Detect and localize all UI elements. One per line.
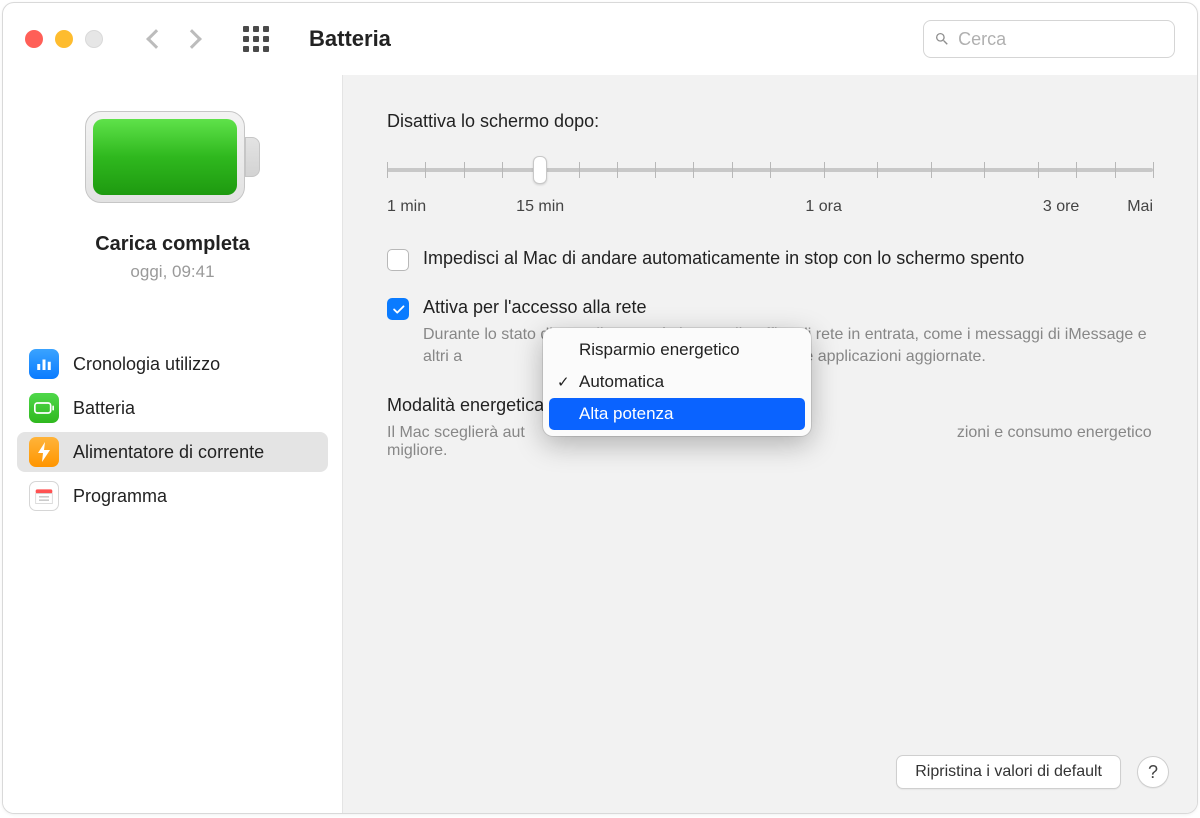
popup-item-low-power[interactable]: Risparmio energetico	[549, 334, 805, 366]
content: Carica completa oggi, 09:41 Cronologia u…	[3, 75, 1197, 813]
sidebar-list: Cronologia utilizzo Batteria Alimentator…	[3, 344, 342, 516]
back-button[interactable]	[146, 29, 166, 49]
close-button[interactable]	[25, 30, 43, 48]
sidebar-item-label: Alimentatore di corrente	[73, 442, 264, 463]
window-controls	[25, 30, 103, 48]
page-title: Batteria	[309, 26, 391, 52]
forward-button[interactable]	[182, 29, 202, 49]
titlebar: Batteria	[3, 3, 1197, 75]
popup-item-high-power[interactable]: Alta potenza	[549, 398, 805, 430]
restore-defaults-button[interactable]: Ripristina i valori di default	[896, 755, 1121, 789]
sidebar-item-label: Batteria	[73, 398, 135, 419]
battery-status-title: Carica completa	[95, 233, 250, 256]
slider-knob[interactable]	[533, 156, 547, 184]
battery-status-sub: oggi, 09:41	[130, 262, 214, 282]
bolt-icon	[29, 437, 59, 467]
energy-mode-popup: Risparmio energetico ✓ Automatica Alta p…	[543, 328, 811, 436]
help-button[interactable]: ?	[1137, 756, 1169, 788]
checkbox-prevent-sleep[interactable]	[387, 249, 409, 271]
all-prefs-grid-icon[interactable]	[243, 26, 269, 52]
option-label: Attiva per l'accesso alla rete	[423, 297, 1153, 318]
battery-icon	[29, 393, 59, 423]
display-off-slider[interactable]	[387, 156, 1153, 186]
preferences-window: Batteria Carica completa oggi, 09:41 Cro…	[2, 2, 1198, 814]
slider-tick-labels: 1 min 15 min 1 ora 3 ore Mai	[387, 198, 1153, 222]
main-panel: Disattiva lo schermo dopo:	[343, 75, 1197, 813]
option-label: Impedisci al Mac di andare automaticamen…	[423, 248, 1024, 269]
zoom-button[interactable]	[85, 30, 103, 48]
search-field[interactable]	[923, 20, 1175, 58]
option-prevent-sleep: Impedisci al Mac di andare automaticamen…	[387, 248, 1153, 271]
sidebar-item-battery[interactable]: Batteria	[17, 388, 328, 428]
sidebar-item-power-adapter[interactable]: Alimentatore di corrente	[17, 432, 328, 472]
check-icon: ✓	[557, 373, 570, 391]
checkbox-wake-network[interactable]	[387, 298, 409, 320]
search-input[interactable]	[958, 29, 1164, 50]
slider-label: Disattiva lo schermo dopo:	[387, 111, 1153, 132]
sidebar-item-label: Programma	[73, 486, 167, 507]
calendar-icon	[29, 481, 59, 511]
footer: Ripristina i valori di default ?	[896, 755, 1169, 789]
search-icon	[934, 30, 950, 48]
chart-icon	[29, 349, 59, 379]
sidebar: Carica completa oggi, 09:41 Cronologia u…	[3, 75, 343, 813]
popup-item-automatic[interactable]: ✓ Automatica	[549, 366, 805, 398]
minimize-button[interactable]	[55, 30, 73, 48]
sidebar-item-schedule[interactable]: Programma	[17, 476, 328, 516]
sidebar-item-label: Cronologia utilizzo	[73, 354, 220, 375]
battery-graphic	[85, 111, 260, 203]
sidebar-item-usage-history[interactable]: Cronologia utilizzo	[17, 344, 328, 384]
nav-buttons	[149, 32, 199, 46]
